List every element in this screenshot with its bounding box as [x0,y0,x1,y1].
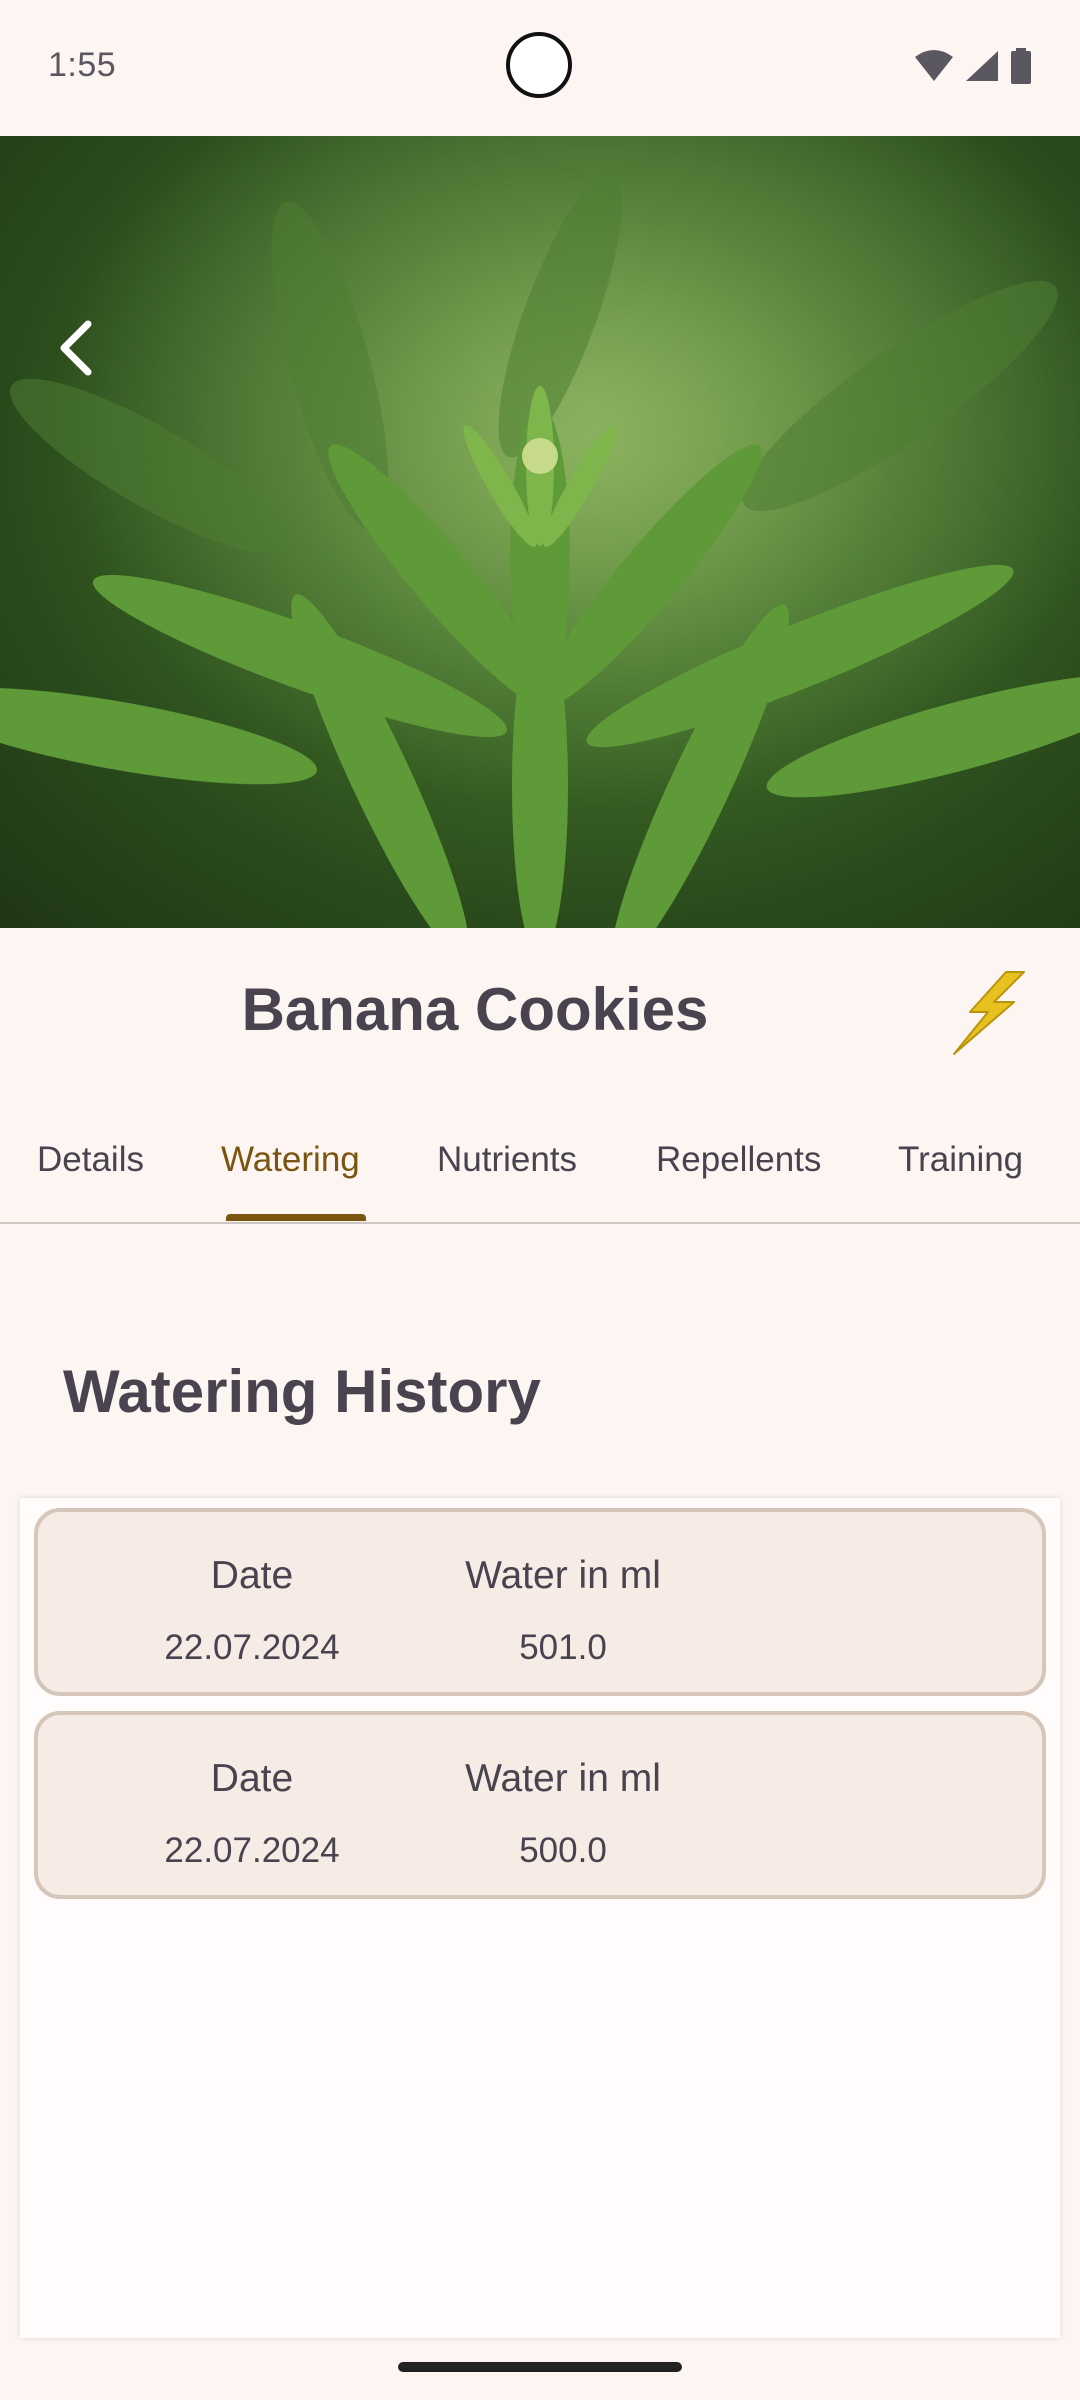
water-cell: Water in ml 501.0 [443,1554,683,1668]
plant-illustration [0,136,1080,928]
plant-title: Banana Cookies [241,976,709,1043]
status-bar: 1:55 [0,0,1080,136]
water-cell: Water in ml 500.0 [443,1757,683,1871]
battery-icon [1011,48,1031,84]
plant-photo [0,136,1080,928]
date-value: 22.07.2024 [164,1831,340,1870]
signal-icon [966,51,998,81]
date-label: Date [210,1757,294,1800]
date-cell: Date 22.07.2024 [132,1757,372,1871]
camera-cutout [506,32,572,98]
list-item[interactable]: Date 22.07.2024 Water in ml 501.0 [34,1508,1046,1696]
list-item[interactable]: Date 22.07.2024 Water in ml 500.0 [34,1711,1046,1899]
back-button[interactable] [40,312,112,384]
date-cell: Date 22.07.2024 [132,1554,372,1668]
tab-nutrients[interactable]: Nutrients [437,1140,577,1180]
tab-bar: Details Watering Nutrients Repellents Tr… [0,1086,1080,1224]
water-label: Water in ml [465,1757,661,1800]
tab-training[interactable]: Training [898,1140,1023,1180]
watering-history-list[interactable]: Date 22.07.2024 Water in ml 501.0 Date 2… [20,1498,1060,2338]
water-value: 500.0 [519,1831,607,1870]
water-value: 501.0 [519,1628,607,1667]
section-title: Watering History [63,1358,541,1425]
home-indicator[interactable] [398,2362,682,2372]
chevron-left-icon [60,320,92,376]
active-tab-indicator [226,1214,366,1221]
tab-watering[interactable]: Watering [221,1140,360,1180]
date-label: Date [210,1554,294,1597]
status-icons [914,46,1032,86]
tab-details[interactable]: Details [37,1140,144,1180]
date-value: 22.07.2024 [164,1628,340,1667]
status-time: 1:55 [48,46,117,84]
quick-action-button[interactable] [948,968,1028,1058]
tab-repellents[interactable]: Repellents [656,1140,821,1180]
water-label: Water in ml [465,1554,661,1597]
wifi-icon [915,50,953,81]
lightning-bolt-icon [953,971,1025,1055]
